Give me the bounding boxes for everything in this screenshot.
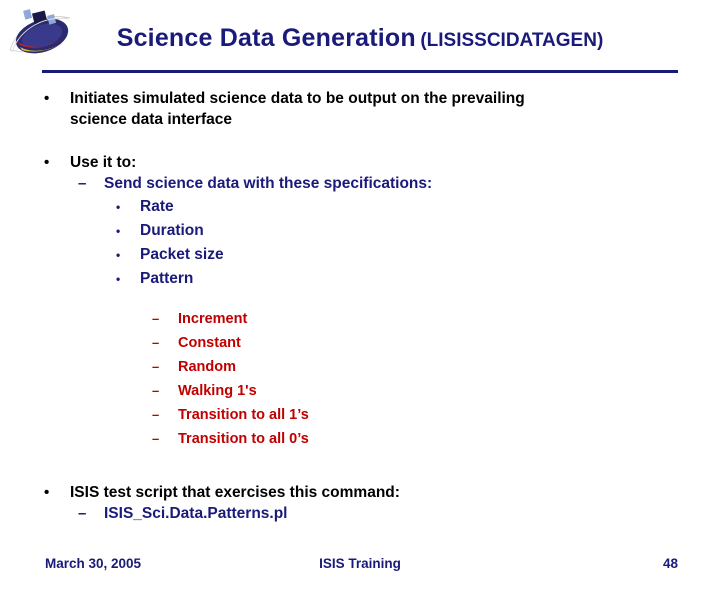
slide-body: • Initiates simulated science data to be…	[0, 88, 720, 525]
pattern-label: Random	[178, 359, 236, 375]
dash-marker-icon: –	[152, 335, 160, 350]
bullet-test-script: • ISIS test script that exercises this c…	[0, 482, 720, 503]
slide-title: Science Data Generation (LISISSCIDATAGEN…	[0, 24, 720, 53]
spec-item-pattern: • Pattern	[0, 267, 720, 291]
dash-marker-icon: –	[152, 359, 160, 374]
spec-item-rate: • Rate	[0, 195, 720, 219]
slide-title-subtitle: (LISISSCIDATAGEN)	[420, 30, 604, 51]
bullet-initiates-line2: science data interface	[70, 111, 232, 128]
bullet-marker-icon: •	[116, 224, 121, 238]
test-script-filename: ISIS_Sci.Data.Patterns.pl	[104, 505, 288, 522]
bullet-initiates-line1: Initiates simulated science data to be o…	[70, 90, 525, 107]
pattern-item-random: – Random	[0, 355, 720, 379]
bullet-marker-icon: •	[116, 272, 121, 286]
bullet-marker-icon: •	[116, 248, 121, 262]
pattern-item-transition-zeros: – Transition to all 0’s	[0, 427, 720, 451]
pattern-item-increment: – Increment	[0, 307, 720, 331]
pattern-item-walking-ones: – Walking 1's	[0, 379, 720, 403]
pattern-label: Walking 1's	[178, 383, 257, 399]
dash-marker-icon: –	[152, 407, 160, 422]
bullet-send-science-data-label: Send science data with these specificati…	[104, 175, 433, 192]
slide-footer: March 30, 2005 ISIS Training 48	[0, 556, 720, 574]
footer-title: ISIS Training	[319, 556, 401, 571]
spec-label: Pattern	[140, 270, 194, 287]
bullet-marker-icon: •	[44, 154, 50, 171]
slide-title-main: Science Data Generation	[116, 24, 416, 52]
pattern-label: Transition to all 1’s	[178, 407, 309, 423]
spec-item-packet-size: • Packet size	[0, 243, 720, 267]
bullet-use-it-to-label: Use it to:	[70, 154, 137, 171]
footer-page-number: 48	[662, 556, 678, 571]
bullet-test-script-file: – ISIS_Sci.Data.Patterns.pl	[0, 503, 720, 525]
spec-label: Duration	[140, 222, 204, 239]
title-divider	[42, 70, 678, 73]
spec-label: Rate	[140, 198, 174, 215]
bullet-initiates: • Initiates simulated science data to be…	[0, 88, 720, 130]
dash-marker-icon: –	[152, 383, 160, 398]
spec-label: Packet size	[140, 246, 224, 263]
dash-marker-icon: –	[78, 505, 87, 522]
bullet-use-it-to: • Use it to:	[0, 152, 720, 173]
bullet-marker-icon: •	[44, 484, 50, 501]
dash-marker-icon: –	[152, 311, 160, 326]
pattern-label: Constant	[178, 335, 241, 351]
pattern-item-constant: – Constant	[0, 331, 720, 355]
pattern-item-transition-ones: – Transition to all 1’s	[0, 403, 720, 427]
dash-marker-icon: –	[78, 175, 87, 192]
bullet-marker-icon: •	[116, 200, 121, 214]
dash-marker-icon: –	[152, 431, 160, 446]
pattern-label: Transition to all 0’s	[178, 431, 309, 447]
bullet-test-script-label: ISIS test script that exercises this com…	[70, 484, 400, 501]
bullet-marker-icon: •	[44, 90, 50, 107]
bullet-send-science-data: – Send science data with these specifica…	[0, 173, 720, 195]
spec-item-duration: • Duration	[0, 219, 720, 243]
pattern-label: Increment	[178, 311, 248, 327]
